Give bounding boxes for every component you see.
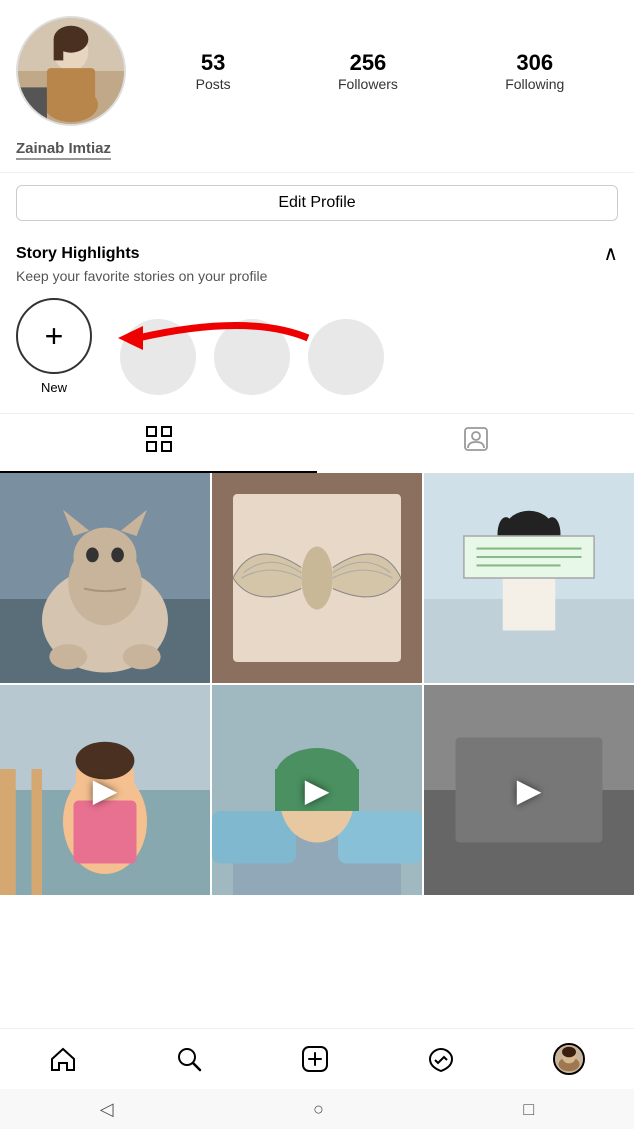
nav-home[interactable] (41, 1041, 85, 1077)
story-highlights-header: Story Highlights ∧ (16, 241, 618, 266)
new-highlight-circle[interactable]: + (16, 298, 92, 374)
new-highlight-label: New (41, 380, 67, 395)
followers-label: Followers (338, 76, 398, 92)
posts-stat[interactable]: 53 Posts (196, 50, 231, 92)
nav-profile[interactable] (545, 1039, 593, 1079)
grid-cell-4[interactable]: ▶ (0, 685, 210, 895)
tab-tagged[interactable] (317, 414, 634, 473)
new-highlight-item[interactable]: + New (16, 298, 92, 395)
following-stat[interactable]: 306 Following (505, 50, 564, 92)
highlight-item-3[interactable] (308, 319, 384, 395)
tagged-icon (463, 426, 489, 459)
username-area: Zainab Imtiaz (0, 136, 634, 173)
grid-icon (146, 426, 172, 459)
photo-grid: ▶ ▶ ▶ (0, 473, 634, 895)
nav-activity[interactable] (419, 1041, 463, 1077)
profile-header: 53 Posts 256 Followers 306 Following (0, 0, 634, 136)
following-label: Following (505, 76, 564, 92)
edit-profile-button[interactable]: Edit Profile (16, 185, 618, 221)
nav-search[interactable] (167, 1041, 211, 1077)
grid-cell-6[interactable]: ▶ (424, 685, 634, 895)
username: Zainab Imtiaz (16, 140, 111, 160)
followers-stat[interactable]: 256 Followers (338, 50, 398, 92)
story-highlights-subtitle: Keep your favorite stories on your profi… (16, 268, 618, 284)
tabs-row (0, 413, 634, 473)
story-highlights-section: Story Highlights ∧ Keep your favorite st… (0, 233, 634, 409)
grid-cell-5[interactable]: ▶ (212, 685, 422, 895)
highlight-circle-3[interactable] (308, 319, 384, 395)
android-back-button[interactable]: ◁ (100, 1099, 114, 1120)
avatar[interactable] (16, 16, 126, 126)
plus-icon: + (45, 320, 64, 352)
posts-label: Posts (196, 76, 231, 92)
edit-profile-wrap: Edit Profile (0, 173, 634, 233)
red-arrow (108, 308, 318, 373)
nav-profile-avatar (553, 1043, 585, 1075)
grid-cell-1[interactable] (0, 473, 210, 683)
highlights-row: + New (16, 298, 618, 405)
posts-count: 53 (201, 50, 225, 76)
tab-grid[interactable] (0, 414, 317, 473)
grid-cell-3[interactable] (424, 473, 634, 683)
stats-row: 53 Posts 256 Followers 306 Following (142, 50, 618, 92)
nav-create[interactable] (293, 1041, 337, 1077)
chevron-up-icon[interactable]: ∧ (603, 241, 618, 266)
android-recents-button[interactable]: □ (523, 1099, 534, 1120)
following-count: 306 (516, 50, 553, 76)
grid-cell-2[interactable] (212, 473, 422, 683)
android-nav-bar: ◁ ○ □ (0, 1089, 634, 1129)
story-highlights-title: Story Highlights (16, 245, 140, 263)
followers-count: 256 (350, 50, 387, 76)
android-home-button[interactable]: ○ (313, 1099, 324, 1120)
bottom-nav (0, 1028, 634, 1089)
